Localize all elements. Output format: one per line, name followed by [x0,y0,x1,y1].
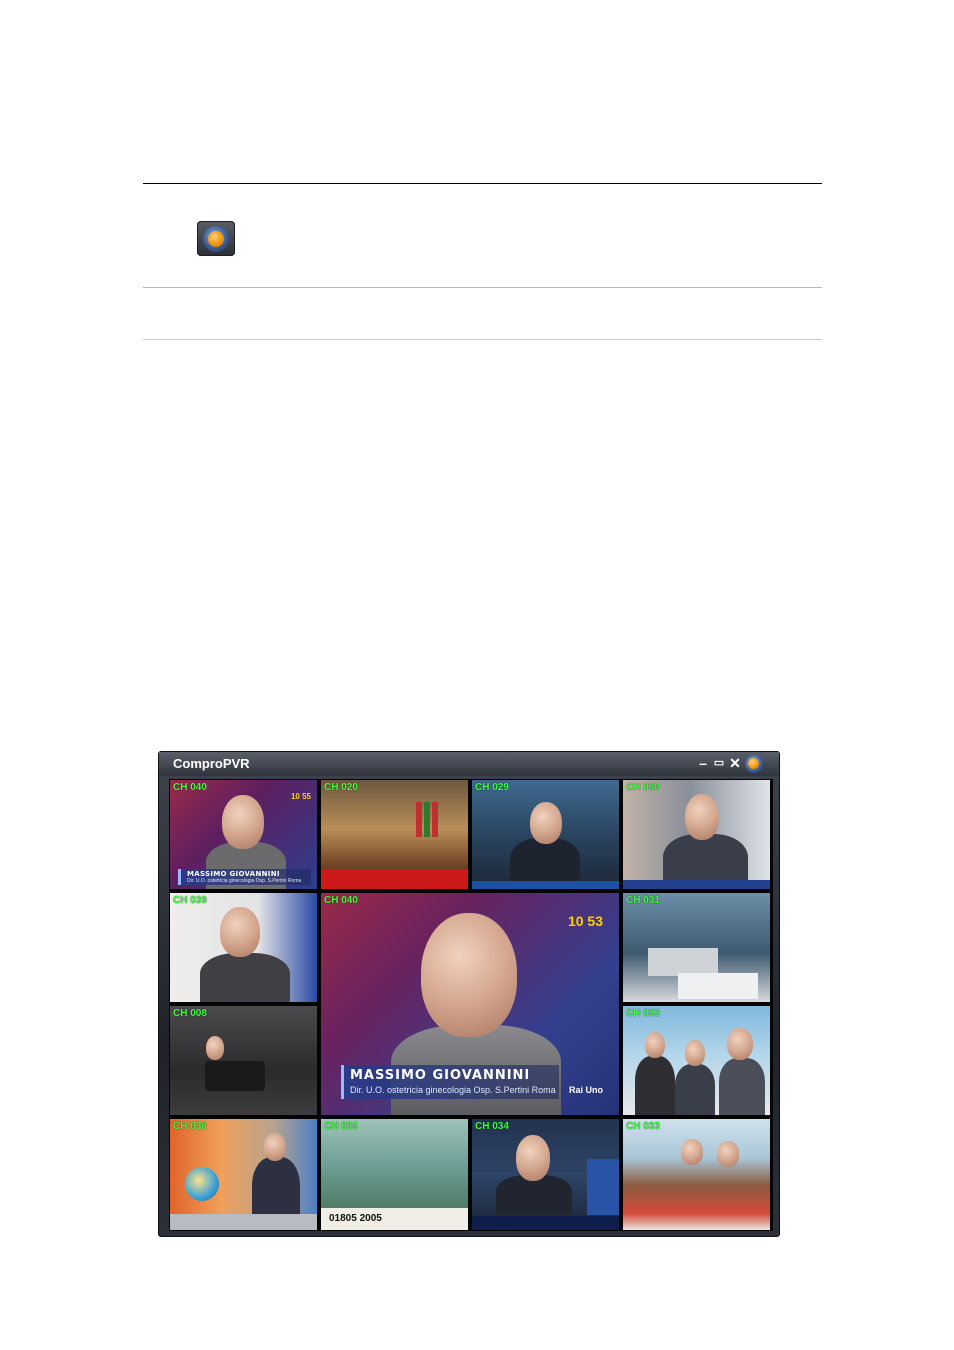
record-icon[interactable] [197,221,235,256]
channel-tile[interactable]: CH 032 [623,1006,770,1115]
channel-label: CH 030 [626,782,660,793]
channel-tile[interactable]: CH 035 01805 2005 [321,1119,468,1230]
channel-label: CH 034 [475,1121,509,1132]
channel-label: CH 036 [173,1121,207,1132]
minimize-button[interactable]: – [695,754,711,772]
channel-tile[interactable]: CH 008 [170,1006,317,1115]
channel-tile[interactable]: CH 020 [321,780,468,889]
bottom-rule [143,339,822,340]
compro-logo-icon[interactable] [745,755,763,773]
channel-label: CH 033 [626,1121,660,1132]
caption-name: MASSIMO GIOVANNINI [350,1068,531,1083]
channel-label: CH 039 [173,895,207,906]
caption-name: MASSIMO GIOVANNINI [187,870,280,878]
channel-tile[interactable]: CH 036 [170,1119,317,1230]
phone-number: 01805 2005 [329,1213,382,1224]
close-button[interactable]: ✕ [727,754,743,772]
channel-tile[interactable]: CH 040 10 55 MASSIMO GIOVANNINI Dir. U.O… [170,780,317,889]
channel-tile[interactable]: CH 039 [170,893,317,1002]
window-title: ComproPVR [173,756,250,771]
channel-preview-grid: CH 040 10 55 MASSIMO GIOVANNINI Dir. U.O… [169,779,773,1231]
compropvr-window: ComproPVR – ▭ ✕ CH 040 10 55 MASSIMO GIO… [158,751,780,1237]
top-rule [143,183,822,184]
channel-tile[interactable]: CH 034 [472,1119,619,1230]
channel-brand: Rai Uno [568,1085,603,1095]
channel-label: CH 035 [324,1121,358,1132]
main-channel-view[interactable]: CH 040 10 53 MASSIMO GIOVANNINI Dir. U.O… [321,893,619,1115]
channel-label: CH 040 [324,895,358,906]
channel-label: CH 040 [173,782,207,793]
channel-tile[interactable]: CH 029 [472,780,619,889]
caption-subtitle: Dir. U.O. ostetricia ginecologia Osp. S.… [187,878,302,884]
title-bar[interactable]: ComproPVR – ▭ ✕ [159,752,779,776]
channel-label: CH 032 [626,1008,660,1019]
caption-subtitle: Dir. U.O. ostetricia ginecologia Osp. S.… [350,1085,556,1095]
restore-button[interactable]: ▭ [711,754,727,772]
channel-tile[interactable]: CH 030 [623,780,770,889]
channel-label: CH 031 [626,895,660,906]
channel-label: CH 029 [475,782,509,793]
channel-tile[interactable]: CH 033 [623,1119,770,1230]
clock: 10 55 [290,792,311,801]
channel-label: CH 008 [173,1008,207,1019]
middle-rule [143,287,822,288]
channel-label: CH 020 [324,782,358,793]
clock: 10 53 [567,913,603,929]
channel-tile[interactable]: CH 031 [623,893,770,1002]
